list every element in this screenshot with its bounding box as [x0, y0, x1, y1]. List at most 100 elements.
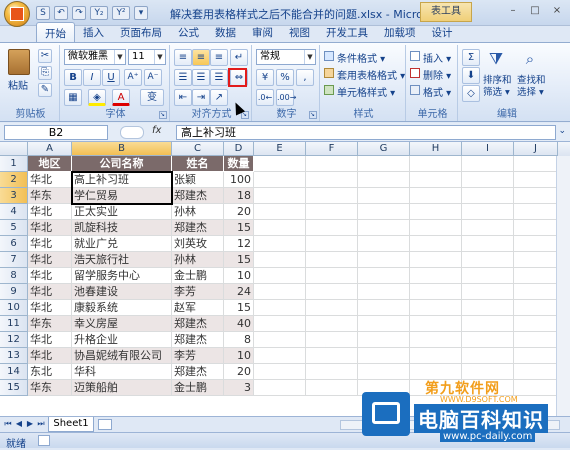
- font-size-combo[interactable]: 11 ▼: [128, 49, 166, 65]
- chevron-down-icon[interactable]: ▼: [154, 50, 165, 64]
- cell-i13[interactable]: [462, 348, 514, 364]
- cell-j1[interactable]: [514, 156, 558, 172]
- cell-g11[interactable]: [358, 316, 410, 332]
- cell-h12[interactable]: [410, 332, 462, 348]
- column-header-a[interactable]: A: [28, 142, 72, 156]
- cell-g7[interactable]: [358, 252, 410, 268]
- save-icon[interactable]: S: [36, 6, 50, 20]
- cell-styles-button[interactable]: 单元格样式 ▾: [336, 83, 396, 100]
- row-header-4[interactable]: 4: [0, 204, 28, 220]
- cell-e9[interactable]: [254, 284, 306, 300]
- shrink-font-button[interactable]: A⁻: [144, 69, 162, 86]
- table-header-cell[interactable]: 姓名: [172, 156, 224, 172]
- table-cell[interactable]: 华东: [28, 188, 72, 204]
- grow-font-button[interactable]: A⁺: [124, 69, 142, 86]
- table-cell[interactable]: 张颖: [172, 172, 224, 188]
- cell-e2[interactable]: [254, 172, 306, 188]
- table-cell[interactable]: 郑建杰: [172, 188, 224, 204]
- cell-e14[interactable]: [254, 364, 306, 380]
- align-bottom-icon[interactable]: ≡: [210, 49, 228, 66]
- cell-i3[interactable]: [462, 188, 514, 204]
- cell-h1[interactable]: [410, 156, 462, 172]
- cell-e13[interactable]: [254, 348, 306, 364]
- table-cell[interactable]: 华北: [28, 268, 72, 284]
- table-cell[interactable]: 100: [224, 172, 254, 188]
- number-format-combo[interactable]: 常规 ▼: [256, 49, 316, 65]
- table-cell[interactable]: 华北: [28, 252, 72, 268]
- find-select-label-2[interactable]: 选择 ▾: [516, 83, 545, 99]
- cell-j2[interactable]: [514, 172, 558, 188]
- next-sheet-icon[interactable]: ▶: [25, 419, 35, 430]
- table-cell[interactable]: 华北: [28, 300, 72, 316]
- clear-icon[interactable]: ◇: [462, 85, 480, 102]
- align-top-icon[interactable]: ≡: [174, 49, 192, 66]
- cell-g9[interactable]: [358, 284, 410, 300]
- row-header-11[interactable]: 11: [0, 316, 28, 332]
- expand-formula-icon[interactable]: ⌄: [558, 126, 566, 136]
- fill-icon[interactable]: ⬇: [462, 67, 480, 84]
- cell-i7[interactable]: [462, 252, 514, 268]
- format-as-table-button[interactable]: 套用表格格式 ▾: [336, 66, 406, 83]
- find-select-icon[interactable]: ⌕: [520, 49, 540, 69]
- row-header-15[interactable]: 15: [0, 380, 28, 396]
- cell-g8[interactable]: [358, 268, 410, 284]
- tab-view[interactable]: 视图: [281, 22, 318, 42]
- row-header-3[interactable]: 3: [0, 188, 28, 204]
- cell-h9[interactable]: [410, 284, 462, 300]
- table-cell[interactable]: 孙林: [172, 252, 224, 268]
- align-right-icon[interactable]: ☰: [210, 69, 228, 86]
- table-cell[interactable]: 郑建杰: [172, 316, 224, 332]
- cell-i4[interactable]: [462, 204, 514, 220]
- cell-g1[interactable]: [358, 156, 410, 172]
- sheet-tab-sheet1[interactable]: Sheet1: [48, 417, 94, 432]
- column-header-f[interactable]: F: [306, 142, 358, 156]
- cell-h11[interactable]: [410, 316, 462, 332]
- cell-g4[interactable]: [358, 204, 410, 220]
- table-cell[interactable]: 李芳: [172, 284, 224, 300]
- table-header-cell[interactable]: 数量: [224, 156, 254, 172]
- fill-color-icon[interactable]: ◈: [88, 89, 106, 106]
- cell-h3[interactable]: [410, 188, 462, 204]
- redo-icon[interactable]: ↷: [72, 6, 86, 20]
- cell-f11[interactable]: [306, 316, 358, 332]
- paste-icon[interactable]: [8, 49, 30, 75]
- cell-f4[interactable]: [306, 204, 358, 220]
- table-cell[interactable]: 浩天旅行社: [72, 252, 172, 268]
- cell-g12[interactable]: [358, 332, 410, 348]
- table-cell[interactable]: 40: [224, 316, 254, 332]
- table-cell[interactable]: 池春建设: [72, 284, 172, 300]
- tab-addins[interactable]: 加载项: [376, 22, 424, 42]
- percent-button[interactable]: %: [276, 69, 294, 86]
- table-cell[interactable]: 凯旋科技: [72, 220, 172, 236]
- subscript-icon[interactable]: Y₂: [90, 6, 108, 20]
- table-cell[interactable]: 华北: [28, 220, 72, 236]
- fx-icon[interactable]: fx: [152, 125, 161, 136]
- table-cell[interactable]: 金士鹏: [172, 380, 224, 396]
- row-header-14[interactable]: 14: [0, 364, 28, 380]
- cell-i2[interactable]: [462, 172, 514, 188]
- cell-e8[interactable]: [254, 268, 306, 284]
- tab-insert[interactable]: 插入: [75, 22, 112, 42]
- cell-g14[interactable]: [358, 364, 410, 380]
- table-cell[interactable]: 12: [224, 236, 254, 252]
- sort-filter-icon[interactable]: ⧩: [486, 49, 506, 69]
- tab-design[interactable]: 设计: [424, 22, 461, 42]
- cell-h10[interactable]: [410, 300, 462, 316]
- cell-e6[interactable]: [254, 236, 306, 252]
- formula-input[interactable]: 高上补习班: [176, 125, 556, 140]
- increase-decimal-icon[interactable]: .0←: [256, 89, 274, 106]
- table-cell[interactable]: 刘英玫: [172, 236, 224, 252]
- cell-i5[interactable]: [462, 220, 514, 236]
- prev-sheet-icon[interactable]: ◀: [14, 419, 24, 430]
- table-cell[interactable]: 华东: [28, 380, 72, 396]
- column-header-j[interactable]: J: [514, 142, 558, 156]
- table-cell[interactable]: 正太实业: [72, 204, 172, 220]
- maximize-icon[interactable]: □: [528, 6, 542, 18]
- table-cell[interactable]: 金士鹏: [172, 268, 224, 284]
- table-cell[interactable]: 18: [224, 188, 254, 204]
- delete-cells-button[interactable]: 删除 ▾: [422, 66, 452, 83]
- currency-icon[interactable]: ¥: [256, 69, 274, 86]
- bold-button[interactable]: B: [64, 69, 82, 86]
- cell-e4[interactable]: [254, 204, 306, 220]
- tab-data[interactable]: 数据: [207, 22, 244, 42]
